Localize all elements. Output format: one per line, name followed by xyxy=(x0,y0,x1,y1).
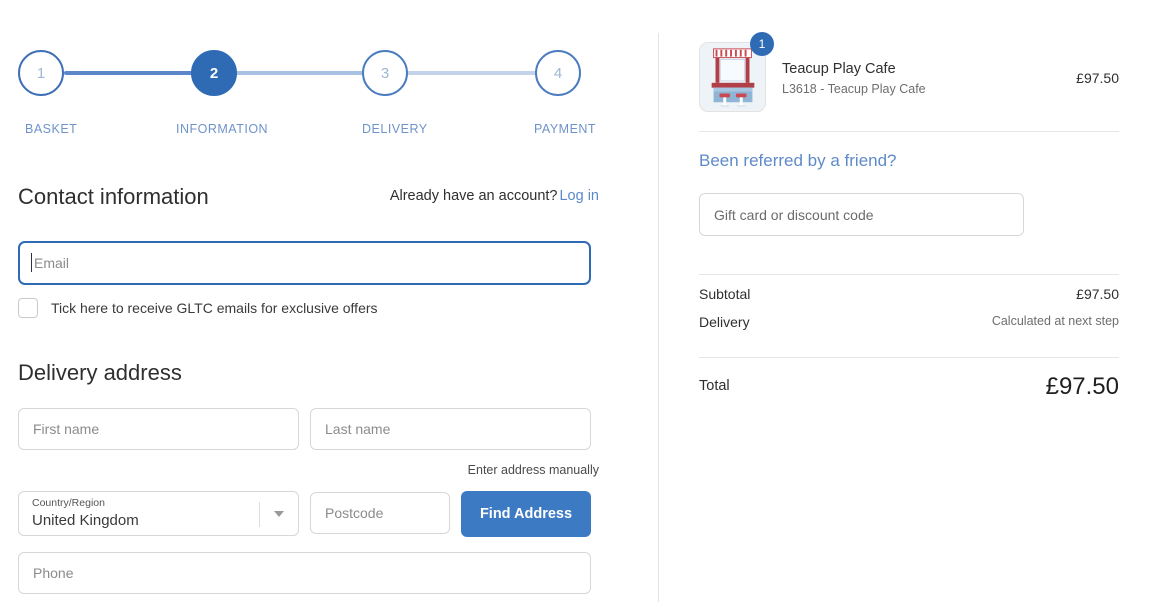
postcode-input[interactable] xyxy=(310,492,450,534)
marketing-optin-row[interactable]: Tick here to receive GLTC emails for exc… xyxy=(18,297,378,319)
marketing-optin-checkbox[interactable] xyxy=(18,298,38,318)
subtotal-value: £97.50 xyxy=(1076,286,1119,302)
grand-total-value: £97.50 xyxy=(1045,373,1119,400)
delivery-value: Calculated at next step xyxy=(991,314,1119,328)
order-item-row: 1 Teacup Play Cafe L3618 - Teacup Play C… xyxy=(699,32,1119,114)
summary-divider-1 xyxy=(699,131,1119,132)
item-quantity-badge: 1 xyxy=(750,32,774,56)
delivery-row: Delivery Calculated at next step xyxy=(699,314,1119,334)
referral-heading: Been referred by a friend? xyxy=(699,151,897,170)
step-label-payment[interactable]: PAYMENT xyxy=(534,122,596,136)
order-summary-column: 1 Teacup Play Cafe L3618 - Teacup Play C… xyxy=(658,0,1150,602)
grand-total-row: Total £97.50 xyxy=(699,373,1119,403)
email-text-caret xyxy=(31,253,32,272)
summary-divider-2 xyxy=(699,274,1119,275)
checkout-form-column: 1 2 3 4 BASKET INFORMATION DELIVERY PAYM… xyxy=(0,0,658,602)
chevron-down-icon[interactable] xyxy=(274,511,284,517)
last-name-input[interactable] xyxy=(310,408,591,450)
contact-information-title: Contact information xyxy=(18,184,209,209)
country-region-caption: Country/Region xyxy=(32,497,105,509)
progress-track: 1 2 3 4 xyxy=(18,50,591,96)
select-separator xyxy=(259,502,260,527)
country-region-value: United Kingdom xyxy=(32,512,139,529)
step-node-basket[interactable]: 1 xyxy=(18,50,64,96)
grand-total-label: Total xyxy=(699,378,730,394)
checkout-progress-steps: 1 2 3 4 BASKET INFORMATION DELIVERY PAYM… xyxy=(18,50,596,144)
first-name-input[interactable] xyxy=(18,408,299,450)
phone-input[interactable] xyxy=(18,552,591,594)
step-label-delivery[interactable]: DELIVERY xyxy=(362,122,428,136)
step-node-payment[interactable]: 4 xyxy=(535,50,581,96)
step-node-delivery[interactable]: 3 xyxy=(362,50,408,96)
email-input[interactable] xyxy=(18,241,591,285)
delivery-label: Delivery xyxy=(699,314,750,330)
product-sku: L3618 - Teacup Play Cafe xyxy=(782,82,926,96)
step-node-information[interactable]: 2 xyxy=(191,50,237,96)
discount-code-input[interactable] xyxy=(699,193,1024,236)
account-prompt-text: Already have an account? xyxy=(389,188,558,204)
find-address-button[interactable]: Find Address xyxy=(461,491,591,537)
summary-divider-3 xyxy=(699,357,1119,358)
subtotal-label: Subtotal xyxy=(699,286,751,302)
product-name: Teacup Play Cafe xyxy=(782,61,896,77)
account-prompt: Already have an account? Log in xyxy=(390,188,599,204)
product-price: £97.50 xyxy=(1076,70,1119,86)
step-label-basket[interactable]: BASKET xyxy=(25,122,77,136)
step-label-information[interactable]: INFORMATION xyxy=(176,122,268,136)
country-region-select[interactable]: Country/Region United Kingdom xyxy=(18,491,299,536)
delivery-address-title: Delivery address xyxy=(18,360,182,385)
log-in-link[interactable]: Log in xyxy=(559,188,599,204)
subtotal-row: Subtotal £97.50 xyxy=(699,286,1119,306)
marketing-optin-label: Tick here to receive GLTC emails for exc… xyxy=(51,300,378,316)
checkout-page: 1 2 3 4 BASKET INFORMATION DELIVERY PAYM… xyxy=(0,0,1150,602)
enter-address-manually-link[interactable]: Enter address manually xyxy=(468,463,599,477)
